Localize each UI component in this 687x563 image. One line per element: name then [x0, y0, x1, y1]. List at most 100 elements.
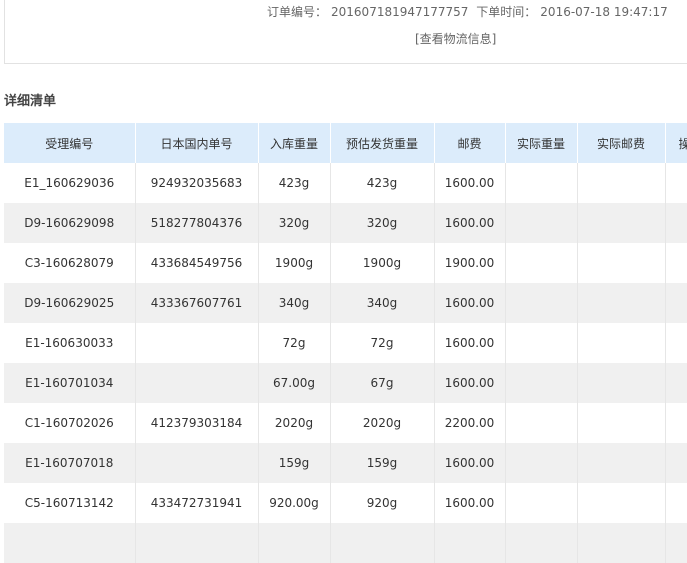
table-cell: 340g — [258, 283, 331, 323]
table-cell — [665, 163, 687, 203]
table-cell: 412379303184 — [135, 403, 259, 443]
table-cell: 159g — [330, 443, 435, 483]
detail-table-wrapper: 受理编号 日本国内单号 入库重量 预估发货重量 邮费 实际重量 实际邮费 操 E… — [4, 123, 687, 563]
column-header[interactable]: 实际邮费 — [577, 123, 666, 163]
table-cell — [665, 523, 687, 563]
column-header[interactable]: 邮费 — [434, 123, 506, 163]
table-cell: 67.00g — [258, 363, 331, 403]
table-cell: E1-160630033 — [4, 323, 136, 363]
column-header[interactable]: 日本国内单号 — [135, 123, 259, 163]
table-cell: 340g — [330, 283, 435, 323]
table-cell: 1600.00 — [434, 443, 506, 483]
table-row[interactable]: E1-160630033 72g 72g 1600.00 — [4, 323, 687, 363]
table-cell — [577, 323, 666, 363]
table-cell — [505, 363, 578, 403]
table-cell: 320g — [330, 203, 435, 243]
column-header[interactable]: 实际重量 — [505, 123, 578, 163]
table-cell: 2200.00 — [434, 403, 506, 443]
section-title: 详细清单 — [4, 94, 57, 109]
table-cell: 1900.00 — [434, 243, 506, 283]
order-number-label: 订单编号： — [267, 5, 328, 19]
table-row[interactable]: D9-160629098 518277804376 320g 320g 1600.00 — [4, 203, 687, 243]
table-cell — [665, 403, 687, 443]
table-cell: 1600.00 — [434, 283, 506, 323]
table-cell — [577, 443, 666, 483]
table-cell — [665, 283, 687, 323]
table-cell — [577, 403, 666, 443]
table-cell — [577, 283, 666, 323]
table-cell: E1-160701034 — [4, 363, 136, 403]
table-cell — [505, 163, 578, 203]
table-cell — [135, 323, 259, 363]
table-cell: E1_160629036 — [4, 163, 136, 203]
table-cell — [505, 403, 578, 443]
table-row[interactable]: C1-160702026 412379303184 2020g 2020g 2200.0… — [4, 403, 687, 443]
table-cell — [577, 523, 666, 563]
table-cell — [505, 283, 578, 323]
table-cell — [665, 443, 687, 483]
table-row[interactable]: E1_160629036 924932035683 423g 423g 1600.00 — [4, 163, 687, 203]
table-cell — [505, 323, 578, 363]
table-cell — [577, 203, 666, 243]
table-cell — [505, 203, 578, 243]
table-cell — [577, 243, 666, 283]
table-cell: 920g — [330, 483, 435, 523]
table-cell: 1600.00 — [434, 163, 506, 203]
detail-table: 受理编号 日本国内单号 入库重量 预估发货重量 邮费 实际重量 实际邮费 操 E… — [4, 123, 687, 563]
table-cell: 423g — [258, 163, 331, 203]
table-cell — [577, 483, 666, 523]
table-row[interactable] — [4, 523, 687, 563]
table-cell — [135, 443, 259, 483]
table-cell: 1600.00 — [434, 483, 506, 523]
table-cell: 920.00g — [258, 483, 331, 523]
table-cell: C5-160713142 — [4, 483, 136, 523]
table-cell: D9-160629025 — [4, 283, 136, 323]
table-cell: 72g — [258, 323, 331, 363]
table-cell: 2020g — [330, 403, 435, 443]
table-cell — [577, 363, 666, 403]
table-row[interactable]: C5-160713142 433472731941 920.00g 920g 1600.… — [4, 483, 687, 523]
table-cell: 433684549756 — [135, 243, 259, 283]
table-cell — [505, 523, 578, 563]
table-cell: C3-160628079 — [4, 243, 136, 283]
table-cell: 518277804376 — [135, 203, 259, 243]
table-cell: 67g — [330, 363, 435, 403]
table-body: E1_160629036 924932035683 423g 423g 1600.00 D… — [4, 163, 687, 563]
order-number: 201607181947177757 — [331, 5, 469, 19]
table-cell: 924932035683 — [135, 163, 259, 203]
table-cell — [665, 483, 687, 523]
order-time-label: 下单时间： — [476, 5, 537, 19]
table-cell: 423g — [330, 163, 435, 203]
table-row[interactable]: E1-160707018 159g 159g 1600.00 — [4, 443, 687, 483]
table-row[interactable]: E1-160701034 67.00g 67g 1600.00 — [4, 363, 687, 403]
table-cell — [505, 443, 578, 483]
table-cell — [135, 363, 259, 403]
table-cell: 433472731941 — [135, 483, 259, 523]
table-cell — [330, 523, 435, 563]
table-cell — [577, 163, 666, 203]
table-row[interactable]: D9-160629025 433367607761 340g 340g 1600.00 — [4, 283, 687, 323]
table-cell: 1600.00 — [434, 203, 506, 243]
table-cell: 320g — [258, 203, 331, 243]
table-cell — [258, 523, 331, 563]
column-header[interactable]: 操 — [665, 123, 687, 163]
table-row[interactable]: C3-160628079 433684549756 1900g 1900g 1900.0… — [4, 243, 687, 283]
table-cell: E1-160707018 — [4, 443, 136, 483]
table-cell — [665, 323, 687, 363]
column-header[interactable]: 受理编号 — [4, 123, 136, 163]
table-cell — [135, 523, 259, 563]
table-cell: 1900g — [258, 243, 331, 283]
table-cell — [505, 243, 578, 283]
table-header-row: 受理编号 日本国内单号 入库重量 预估发货重量 邮费 实际重量 实际邮费 操 — [4, 123, 687, 163]
order-time: 2016-07-18 19:47:17 — [540, 5, 668, 19]
table-cell: 72g — [330, 323, 435, 363]
column-header[interactable]: 预估发货重量 — [330, 123, 435, 163]
column-header[interactable]: 入库重量 — [258, 123, 331, 163]
table-cell — [505, 483, 578, 523]
table-cell: 1900g — [330, 243, 435, 283]
table-cell — [434, 523, 506, 563]
order-meta-line: 订单编号： 201607181947177757 下单时间： 2016-07-18 … — [267, 3, 672, 20]
table-cell: C1-160702026 — [4, 403, 136, 443]
table-cell — [665, 243, 687, 283]
view-logistics-link[interactable]: [查看物流信息] — [415, 30, 496, 47]
